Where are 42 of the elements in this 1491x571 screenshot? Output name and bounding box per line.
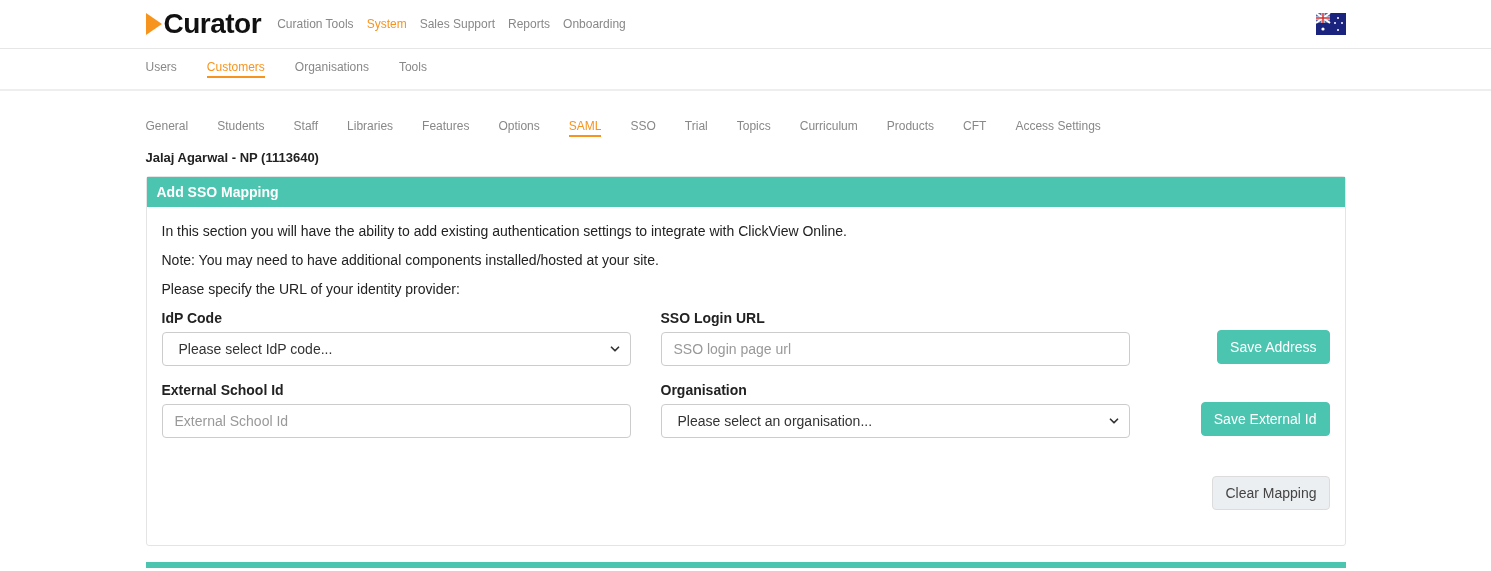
field-label: Organisation (660, 382, 748, 398)
subnav-link[interactable]: Users (145, 60, 177, 78)
flag-icon[interactable] (1315, 13, 1346, 35)
save-button[interactable]: Save External Id (1200, 402, 1330, 436)
subnav-link[interactable]: Customers (206, 60, 265, 78)
subnav-link[interactable]: Tools (398, 60, 427, 78)
nav-link[interactable]: Sales Support (419, 17, 496, 31)
tab[interactable]: Students (217, 119, 265, 137)
panel-header: Add SSO Mapping (146, 177, 1345, 207)
input-field[interactable]: SSO login page url (660, 332, 1130, 366)
field-label: SSO Login URL (660, 310, 766, 326)
input-field[interactable]: External School Id (161, 404, 631, 438)
play-triangle-icon (145, 13, 162, 35)
tab[interactable]: Access Settings (1015, 119, 1101, 137)
select-field[interactable]: Please select IdP code... (161, 332, 631, 366)
select-field[interactable]: Please select an organisation... (660, 404, 1130, 438)
tab[interactable]: Features (422, 119, 470, 137)
field-label: IdP Code (161, 310, 223, 326)
clear-button[interactable]: Clear Mapping (1212, 476, 1330, 510)
tab[interactable]: CFT (963, 119, 987, 137)
info-text: In this section you will have the ability to add existing authentication settings to integrate with ClickView Online. (161, 223, 848, 239)
tab[interactable]: Trial (684, 119, 708, 137)
tab[interactable]: SSO (630, 119, 656, 137)
tab[interactable]: Staff (293, 119, 319, 137)
tab[interactable]: Options (498, 119, 540, 137)
info-text: Please specify the URL of your identity provider: (161, 281, 461, 297)
nav-link[interactable]: System (366, 17, 407, 31)
curator-logo[interactable]: Curator (145, 8, 262, 40)
tab[interactable]: General (145, 119, 189, 137)
save-button[interactable]: Save Address (1217, 330, 1330, 364)
field-label: External School Id (161, 382, 285, 398)
tab[interactable]: Curriculum (799, 119, 858, 137)
tab[interactable]: SAML (568, 119, 602, 137)
nav-link[interactable]: Onboarding (563, 17, 626, 31)
tab[interactable]: Products (886, 119, 935, 137)
subnav-link[interactable]: Organisations (294, 60, 369, 78)
tab[interactable]: Topics (736, 119, 771, 137)
customer-name: Jalaj Agarwal - NP (1113640) (145, 150, 320, 165)
nav-link[interactable]: Curation Tools (277, 17, 354, 31)
tab[interactable]: Libraries (347, 119, 394, 137)
nav-link[interactable]: Reports (508, 17, 551, 31)
info-text: Note: You may need to have additional components installed/hosted at your site. (161, 252, 660, 268)
